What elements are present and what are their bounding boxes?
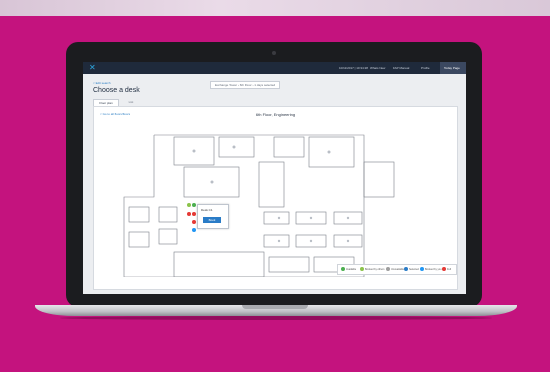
chair [277, 216, 281, 220]
legend-label: Booked by others [365, 268, 385, 271]
background-top-strip [0, 0, 550, 16]
legend-dot-icon [442, 267, 446, 272]
page-title: Choose a desk [93, 87, 140, 94]
chair [327, 150, 331, 154]
corner-room [363, 161, 395, 198]
legend-dot-icon [386, 267, 390, 272]
chair [210, 180, 214, 184]
laptop-shadow [60, 316, 492, 320]
meeting-room [273, 136, 305, 158]
desk-full-marker[interactable] [187, 212, 191, 216]
laptop-screen: ✕ 10/11/2017 | 10:34:28 Whats New FAP Ma… [83, 62, 466, 294]
desk-full-marker[interactable] [192, 220, 196, 224]
header-link-today-page[interactable]: Today Page [444, 66, 460, 70]
legend-item-selected: Selected [404, 267, 419, 272]
main-content: < Edit search Choose a desk Exchange Tow… [83, 74, 466, 294]
floor-plan-title: 6th Floor, Engineering [255, 112, 296, 117]
meeting-room [308, 136, 355, 168]
stair-core [258, 161, 285, 208]
chair [309, 239, 313, 243]
meeting-room [218, 136, 255, 158]
open-area [173, 251, 265, 277]
header-date-time: 10/11/2017 | 10:34:28 [339, 66, 368, 70]
desk-cluster [128, 206, 150, 223]
legend-label: Unavailable [391, 268, 405, 271]
legend-item-unavailable: Unavailable [386, 267, 404, 272]
desk-full-marker[interactable] [192, 212, 196, 216]
desk-available-marker[interactable] [192, 203, 196, 207]
tab-list[interactable]: List [119, 99, 143, 106]
chair [232, 145, 236, 149]
header-link-fap-manual[interactable]: FAP Manual [393, 66, 409, 70]
legend-item-available: Available [341, 267, 356, 272]
chair [277, 239, 281, 243]
legend-dot-icon [420, 267, 424, 272]
chair [309, 216, 313, 220]
logo-icon: ✕ [89, 63, 96, 72]
desk-popup-label: Desk C1 [201, 208, 213, 212]
legend-label: Available [346, 268, 357, 271]
desk-cluster [263, 211, 290, 225]
floor-plan-card: < Go to all floors/floors 6th Floor, Eng… [93, 106, 458, 290]
legend-item-booked-others: Booked by others [360, 267, 384, 272]
legend-dot-icon [360, 267, 364, 272]
desk-booked-others-marker[interactable] [187, 203, 191, 207]
desk-cluster [128, 231, 150, 248]
book-desk-button[interactable]: Book [203, 217, 221, 223]
header-link-whats-new[interactable]: Whats New [370, 66, 385, 70]
desk-cluster [158, 228, 178, 245]
breadcrumb: Exchange Tower › 6th Floor › 1 days sele… [210, 81, 281, 89]
camera-icon [272, 51, 276, 55]
legend-item-booked-you: Booked by you [420, 267, 442, 272]
floor-plan-drawing[interactable] [114, 127, 404, 277]
desk-popup: Desk C1 Book [197, 204, 229, 229]
desk-booked-marker[interactable] [192, 228, 196, 232]
legend-item-full: Full [442, 267, 451, 272]
app-header: ✕ 10/11/2017 | 10:34:28 Whats New FAP Ma… [83, 62, 466, 74]
outer-wall [123, 134, 365, 277]
chair [192, 149, 196, 153]
legend-dot-icon [341, 267, 345, 272]
header-link-profile[interactable]: Profile [421, 66, 430, 70]
chair [346, 239, 350, 243]
legend-label: Full [447, 268, 452, 271]
laptop-notch [242, 305, 308, 309]
desk-cluster [263, 234, 290, 248]
chair [346, 216, 350, 220]
desk-cluster [158, 206, 178, 223]
legend-label: Selected [409, 268, 419, 271]
legend-dot-icon [404, 267, 408, 272]
legend-label: Booked by you [425, 268, 442, 271]
edit-search-link[interactable]: < Edit search [93, 81, 111, 85]
desk-cluster [268, 256, 310, 273]
status-legend: Available Booked by others Unavailable S… [337, 264, 457, 275]
